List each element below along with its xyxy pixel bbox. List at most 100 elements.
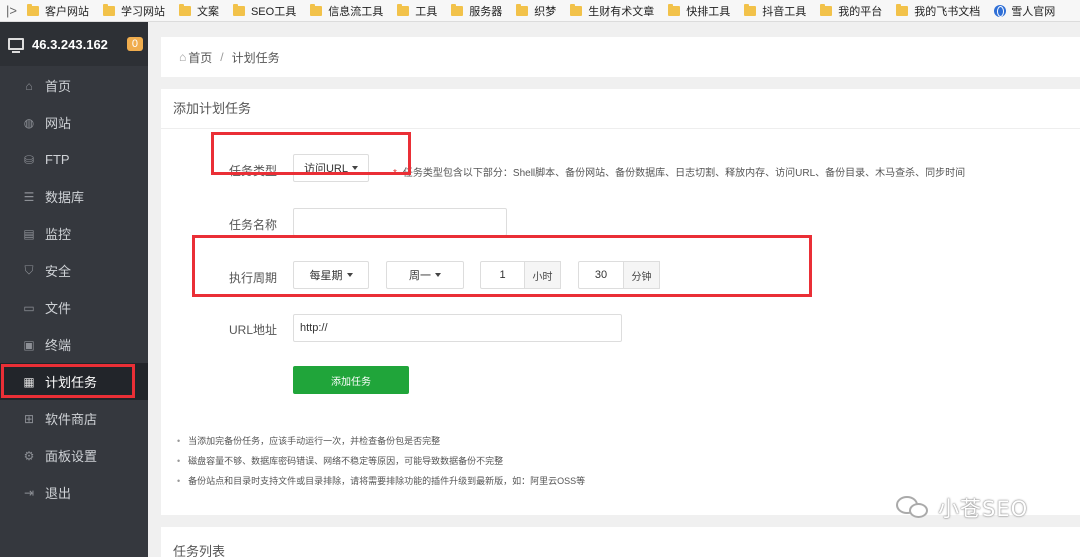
sidebar-item-label: 网站 [45, 116, 72, 131]
sidebar-toggle-icon[interactable]: |> [6, 3, 17, 18]
folder-icon [668, 3, 681, 16]
highlight-box-task-type [211, 132, 411, 175]
bookmark-item[interactable]: 文案 [178, 3, 219, 19]
breadcrumb-separator: / [220, 50, 224, 64]
sidebar-item-apps[interactable]: ⊞ 软件商店 [0, 400, 148, 437]
sidebar: 46.3.243.162 0 ⌂ 首页 ◍ 网站 ⛁ FTP ☰ 数据库 ▤ 监控 ⛉ 安全 ▭ 文件 ▣ 终… [0, 22, 148, 557]
sidebar-item-label: 数据库 [45, 190, 85, 205]
task-type-hint-text: 任务类型包含以下部分：Shell脚本、备份网站、备份数据库、日志切割、释放内存、… [402, 168, 966, 179]
bookmark-item[interactable]: 快排工具 [668, 3, 730, 19]
bookmark-label: 服务器 [469, 5, 503, 18]
folder-icon [516, 3, 529, 16]
apps-icon: ⊞ [23, 411, 35, 426]
bookmark-item[interactable]: 我的平台 [820, 3, 882, 19]
highlight-box-period [192, 235, 812, 297]
bookmarks-bar: |> 客户网站 学习网站 文案 SEO工具 信息流工具 工具 服务器 织梦 生财有术文章 快排工具… [0, 0, 1080, 22]
folder-icon [820, 3, 833, 16]
bookmark-item[interactable]: 服务器 [451, 3, 502, 19]
breadcrumb: ⌂ 首页 / 计划任务 [161, 37, 1080, 77]
monitor-icon: ▤ [23, 226, 35, 241]
bookmark-label: 生财有术文章 [588, 5, 655, 18]
folder-icon [896, 3, 909, 16]
folder-icon [397, 3, 410, 16]
sidebar-item-label: 终端 [45, 338, 72, 353]
bookmark-item[interactable]: 我的飞书文档 [896, 3, 980, 19]
server-ip: 46.3.243.162 [32, 36, 108, 52]
gear-icon: ⚙ [23, 448, 35, 463]
notes-list: 当添加完备份任务，应该手动运行一次，并检查备份包是否完整磁盘容量不够、数据库密码… [177, 431, 585, 491]
bookmark-label: 信息流工具 [328, 5, 384, 18]
url-value: http:// [300, 322, 328, 334]
folder-icon [178, 3, 191, 16]
sidebar-item-shield[interactable]: ⛉ 安全 [0, 252, 148, 289]
sidebar-item-label: 退出 [45, 486, 72, 501]
folder-icon [102, 3, 115, 16]
sidebar-item-folder[interactable]: ▭ 文件 [0, 289, 148, 326]
sidebar-item-database[interactable]: ☰ 数据库 [0, 178, 148, 215]
bookmark-label: 抖音工具 [762, 5, 807, 18]
url-input[interactable]: http:// [293, 314, 622, 342]
sidebar-item-logout[interactable]: ⇥ 退出 [0, 474, 148, 511]
sidebar-item-ftp[interactable]: ⛁ FTP [0, 141, 148, 178]
server-header: 46.3.243.162 0 [0, 22, 148, 66]
bookmark-item[interactable]: SEO工具 [232, 3, 297, 19]
shield-icon: ⛉ [24, 263, 34, 277]
url-label: URL地址 [228, 323, 277, 337]
folder-icon [451, 3, 464, 16]
bookmark-item[interactable]: 抖音工具 [744, 3, 806, 19]
folder-icon: ▭ [23, 300, 35, 315]
sidebar-item-home[interactable]: ⌂ 首页 [0, 67, 148, 104]
bookmark-item[interactable]: 生财有术文章 [570, 3, 654, 19]
panel-title: 添加计划任务 [161, 89, 1080, 129]
note-item: 备份站点和目录时支持文件或目录排除，请将需要排除功能的插件升级到最新版，如：阿里… [177, 471, 585, 491]
task-list-title: 任务列表 [173, 544, 226, 557]
folder-icon [570, 3, 583, 16]
sidebar-item-label: 面板设置 [45, 449, 98, 464]
sidebar-item-label: 首页 [45, 79, 72, 94]
bookmark-item[interactable]: 雪人官网 [994, 3, 1055, 19]
note-item: 当添加完备份任务，应该手动运行一次，并检查备份包是否完整 [177, 431, 585, 451]
bookmark-label: 客户网站 [44, 5, 89, 18]
folder-icon [232, 3, 245, 16]
logout-icon: ⇥ [23, 485, 35, 500]
server-icon [8, 38, 24, 53]
watermark-text: 小苍SEO [938, 497, 1029, 521]
home-icon: ⌂ [25, 78, 33, 93]
sidebar-item-globe[interactable]: ◍ 网站 [0, 104, 148, 141]
breadcrumb-home[interactable]: 首页 [188, 49, 212, 66]
note-item: 磁盘容量不够、数据库密码错误、网络不稳定等原因，可能导致数据备份不完整 [177, 451, 585, 471]
highlight-box-sidebar [1, 364, 135, 398]
folder-icon [744, 3, 757, 16]
bookmark-item[interactable]: 学习网站 [102, 3, 165, 19]
folder-icon [310, 3, 323, 16]
bookmark-item[interactable]: 织梦 [516, 3, 556, 19]
bookmark-label: 我的飞书文档 [914, 5, 981, 18]
task-name-input[interactable] [293, 208, 507, 236]
sidebar-menu: ⌂ 首页 ◍ 网站 ⛁ FTP ☰ 数据库 ▤ 监控 ⛉ 安全 ▭ 文件 ▣ 终端 ▦ 计划任务 ⊞ 软件商店 ⚙ 面板设… [0, 67, 148, 511]
sidebar-item-terminal[interactable]: ▣ 终端 [0, 326, 148, 363]
globe-icon: ◍ [23, 115, 35, 130]
home-icon: ⌂ [179, 50, 187, 64]
sidebar-item-label: FTP [45, 152, 70, 167]
sidebar-item-label: 软件商店 [45, 412, 98, 427]
sidebar-item-label: 文件 [45, 301, 72, 316]
bookmark-item[interactable]: 信息流工具 [310, 3, 383, 19]
add-task-button[interactable]: 添加任务 [293, 366, 409, 394]
terminal-icon: ▣ [23, 337, 35, 352]
sidebar-item-gear[interactable]: ⚙ 面板设置 [0, 437, 148, 474]
bookmark-label: 文案 [196, 5, 219, 18]
watermark: 小苍SEO [896, 493, 1028, 523]
sidebar-item-monitor[interactable]: ▤ 监控 [0, 215, 148, 252]
database-icon: ☰ [23, 189, 35, 204]
bookmark-item[interactable]: 工具 [397, 3, 437, 19]
bookmark-label: 学习网站 [120, 5, 165, 18]
task-type-hint: * 任务类型包含以下部分：Shell脚本、备份网站、备份数据库、日志切割、释放内存… [393, 164, 965, 179]
bookmark-label: SEO工具 [250, 5, 297, 18]
folder-icon [26, 3, 39, 16]
sidebar-item-calendar[interactable]: ▦ 计划任务 [0, 363, 148, 400]
bookmark-label: 快排工具 [686, 5, 731, 18]
notification-badge[interactable]: 0 [126, 37, 143, 51]
task-name-label: 任务名称 [228, 218, 277, 232]
bookmark-item[interactable]: 客户网站 [26, 3, 89, 19]
add-task-panel: 添加计划任务 任务类型 访问URL * 任务类型包含以下部分：Shell脚本、备份… [161, 89, 1080, 515]
